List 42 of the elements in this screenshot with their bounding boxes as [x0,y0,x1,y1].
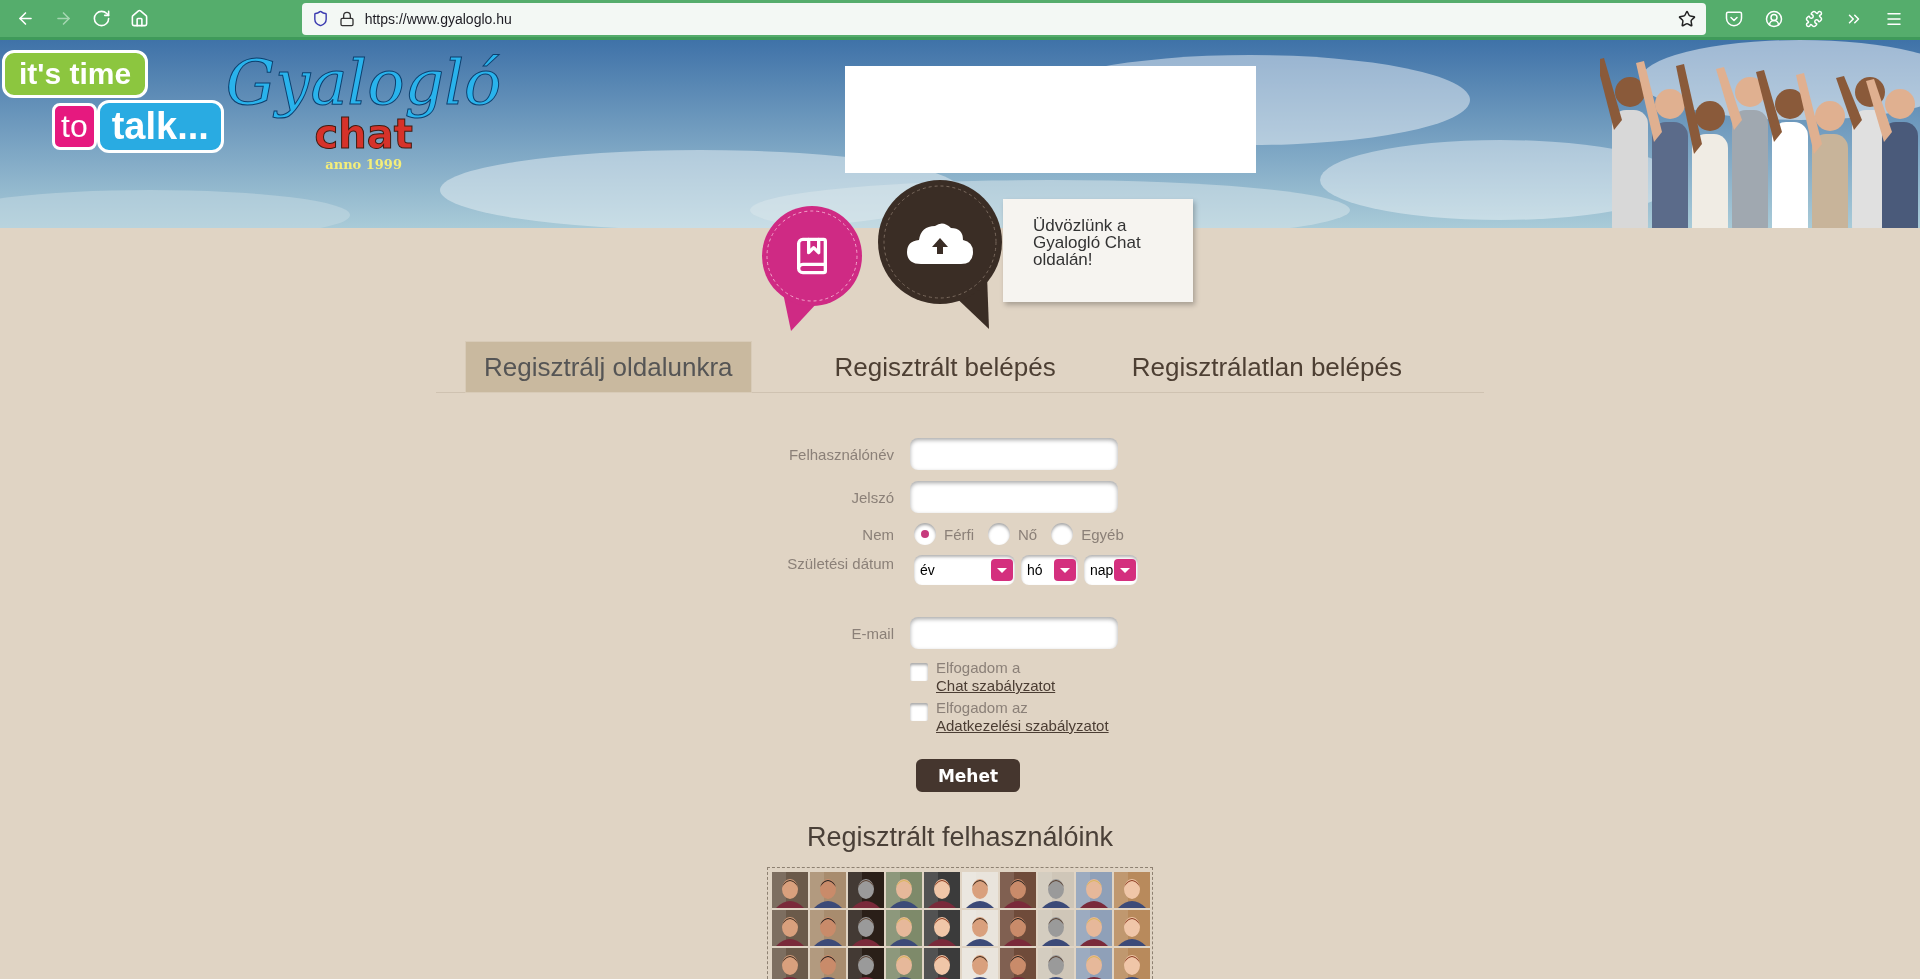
tab[interactable]: Regisztrálatlan belépés [1113,342,1420,392]
policy-link[interactable]: Chat szabályzatot [936,677,1056,695]
home-icon [130,9,150,28]
diary-bubble-button[interactable] [761,205,863,333]
policy-link[interactable]: Adatkezelési szabályzatot [936,717,1109,735]
date-select[interactable]: év [914,555,1015,585]
field-label: Nem [862,525,894,543]
radio-button[interactable] [988,523,1010,545]
radio-button[interactable] [1051,523,1074,545]
section-title: Regisztrált felhasználóink [805,822,1115,853]
radio-label: Nő [1018,525,1038,543]
consent-text: Elfogadom az Adatkezelési szabályzatot [936,699,1109,735]
checkbox[interactable] [910,703,928,721]
radio-label: Egyéb [1081,525,1124,543]
bookmark-star-icon[interactable] [1678,9,1697,28]
url-text: https://www.gyaloglo.hu [364,10,513,27]
password-field[interactable] [910,481,1118,513]
field-label: E-mail [851,624,894,642]
consent-text: Elfogadom a Chat szabályzatot [936,659,1056,695]
date-select[interactable]: hó [1021,555,1078,585]
pocket-icon [1725,9,1744,28]
checkbox[interactable] [910,663,928,681]
date-select[interactable]: nap [1084,555,1138,585]
radio-button[interactable] [914,523,936,545]
lock-icon [338,10,355,27]
submit-button[interactable]: Mehet [916,759,1020,792]
tab[interactable]: Regisztrált belépés [816,342,1074,392]
shield-icon [311,10,329,27]
tab[interactable]: Regisztrálj oldalunkra [466,342,751,392]
field-label: Jelszó [851,488,894,506]
email-field[interactable] [910,617,1118,649]
field-label: Születési dátum [787,555,894,572]
cloud-upload-icon [907,223,973,264]
account-icon [1765,9,1784,28]
username-field[interactable] [910,438,1118,470]
address-bar[interactable]: https://www.gyaloglo.hu [301,2,1707,35]
welcome-note: Üdvözlünk a Gyalogló Chat oldalán! [1003,199,1193,302]
radio-label: Férfi [944,525,974,543]
extensions-icon [1805,9,1824,28]
reload-icon [92,9,112,28]
book-icon [798,239,826,273]
field-label: Felhasználónév [788,445,894,463]
